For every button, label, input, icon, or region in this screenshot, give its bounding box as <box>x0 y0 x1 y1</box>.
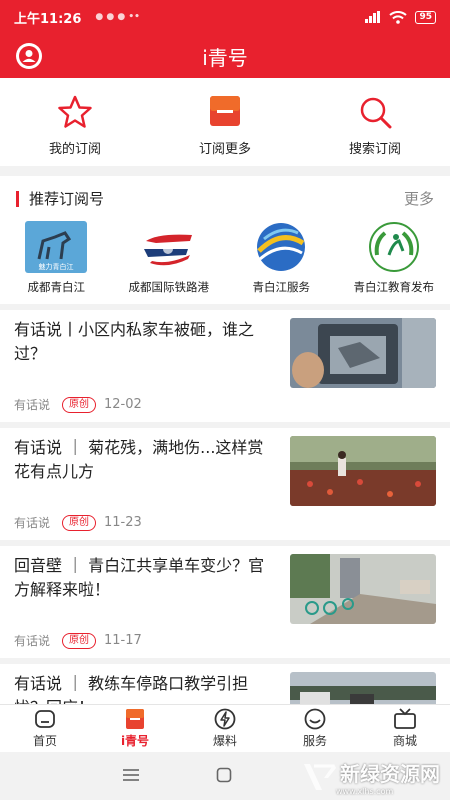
search-subscriptions-button[interactable]: 搜索订阅 <box>300 78 450 166</box>
account-name: 青白江服务 <box>252 280 311 294</box>
article-thumbnail <box>290 672 436 704</box>
account-name: 成都国际铁路港 <box>128 280 210 294</box>
wifi-icon <box>389 10 408 24</box>
smile-icon <box>304 708 326 730</box>
article-date: 11-23 <box>104 515 142 530</box>
more-button[interactable]: 更多 <box>404 188 434 209</box>
home-icon <box>35 710 55 728</box>
bookmark-icon <box>126 709 144 729</box>
article-source: 有话说 <box>14 516 51 530</box>
article-title: 有话说 ｜ 菊花残，满地伤...这样赏花有点儿方 <box>14 438 264 481</box>
recommended-accounts: 魅力青白江 成都青白江 成都国际铁路港 青白江服务 青白江教育发布 <box>0 221 450 295</box>
watermark: 新绿资源网 www.xlhs.com <box>302 758 440 796</box>
article-item[interactable]: 回音壁 ｜ 青白江共享单车变少？官方解释来啦！ 有话说 原创 11-17 <box>0 546 450 658</box>
page-title: i青号 <box>202 45 248 70</box>
tab-mall[interactable]: 商城 <box>360 705 450 752</box>
quick-actions: 我的订阅 订阅更多 搜索订阅 <box>0 78 450 166</box>
qingbaijiang-service-logo <box>250 221 312 273</box>
watermark-url: www.xlhs.com <box>336 787 394 796</box>
watermark-logo <box>304 764 336 790</box>
education-logo <box>363 221 425 273</box>
battery-indicator: 95 <box>415 10 436 24</box>
app-bar: i青号 <box>0 34 450 78</box>
menu-icon[interactable] <box>122 768 140 782</box>
account-item[interactable]: 青白江教育发布 <box>338 221 450 295</box>
chengdu-qingbaijiang-logo: 魅力青白江 <box>25 221 88 273</box>
article-title: 有话说 ｜ 教练车停路口教学引担忧？回应！ <box>14 674 249 704</box>
article-item[interactable]: 有话说 ｜ 菊花残，满地伤...这样赏花有点儿方 有话说 原创 11-23 <box>0 428 450 540</box>
account-name: 青白江教育发布 <box>353 280 435 294</box>
article-title: 回音壁 ｜ 青白江共享单车变少？官方解释来啦！ <box>14 556 265 599</box>
article-thumbnail <box>290 436 436 506</box>
section-accent-bar <box>16 190 19 207</box>
tab-iqing-label: i青号 <box>120 734 150 748</box>
account-item[interactable]: 魅力青白江 成都青白江 <box>0 221 113 295</box>
my-subscriptions-button[interactable]: 我的订阅 <box>0 78 150 166</box>
article-meta: 有话说 原创 11-17 <box>14 632 142 649</box>
article-source: 有话说 <box>14 398 51 412</box>
tab-home-label: 首页 <box>32 734 57 748</box>
article-meta: 有话说 原创 12-02 <box>14 396 142 413</box>
tab-services[interactable]: 服务 <box>270 705 360 752</box>
article-list: 有话说丨小区内私家车被砸，谁之过？ 有话说 原创 12-02 有话说 ｜ 菊花残… <box>0 310 450 704</box>
article-thumbnail <box>290 554 436 624</box>
svg-text:魅力青白江: 魅力青白江 <box>39 262 74 271</box>
my-subscriptions-label: 我的订阅 <box>48 142 101 157</box>
account-item[interactable]: 成都国际铁路港 <box>113 221 226 295</box>
tab-mall-label: 商城 <box>392 734 417 748</box>
subscribe-more-label: 订阅更多 <box>198 142 251 157</box>
signal-icon <box>365 11 381 23</box>
search-icon <box>360 97 392 129</box>
recommended-section: 推荐订阅号 更多 魅力青白江 成都青白江 成都国际铁路港 青白江服务 青白江教育 <box>0 176 450 304</box>
bottom-tab-bar: 首页 i青号 爆料 服务 商城 <box>0 704 450 752</box>
railway-port-logo <box>138 221 200 273</box>
recommended-header: 推荐订阅号 更多 <box>0 176 450 209</box>
original-badge: 原创 <box>62 396 97 413</box>
article-date: 11-17 <box>104 633 142 648</box>
watermark-text: 新绿资源网 <box>340 762 440 786</box>
status-time: 上午11:26 <box>14 11 82 27</box>
star-icon <box>58 95 92 128</box>
notification-icons: ● ● ● •• <box>95 12 140 22</box>
article-source: 有话说 <box>14 634 51 648</box>
account-item[interactable]: 青白江服务 <box>225 221 338 295</box>
user-avatar[interactable] <box>16 43 42 69</box>
user-icon <box>19 46 39 66</box>
article-meta: 有话说 原创 11-23 <box>14 514 142 531</box>
subscribe-more-button[interactable]: 订阅更多 <box>150 78 300 166</box>
status-bar: 上午11:26 ● ● ● •• 95 <box>0 0 450 34</box>
search-subscriptions-label: 搜索订阅 <box>348 142 401 157</box>
article-title: 有话说丨小区内私家车被砸，谁之过？ <box>14 320 255 363</box>
home-square-icon[interactable] <box>216 767 232 783</box>
article-item[interactable]: 有话说丨小区内私家车被砸，谁之过？ 有话说 原创 12-02 <box>0 310 450 422</box>
article-date: 12-02 <box>104 397 142 412</box>
tab-home[interactable]: 首页 <box>0 705 90 752</box>
tab-services-label: 服务 <box>302 734 327 748</box>
original-badge: 原创 <box>62 514 97 531</box>
article-item[interactable]: 有话说 ｜ 教练车停路口教学引担忧？回应！ <box>0 664 450 704</box>
article-thumbnail <box>290 318 436 388</box>
recommended-title: 推荐订阅号 <box>29 190 105 208</box>
tab-tipoff[interactable]: 爆料 <box>180 705 270 752</box>
bookmark-icon <box>210 96 240 126</box>
account-name: 成都青白江 <box>27 280 86 294</box>
tab-tipoff-label: 爆料 <box>212 734 237 748</box>
lightning-icon <box>214 708 236 730</box>
original-badge: 原创 <box>62 632 97 649</box>
tab-iqing[interactable]: i青号 <box>90 705 180 752</box>
tv-icon <box>394 708 416 729</box>
system-nav-bar: 新绿资源网 www.xlhs.com <box>0 752 450 800</box>
